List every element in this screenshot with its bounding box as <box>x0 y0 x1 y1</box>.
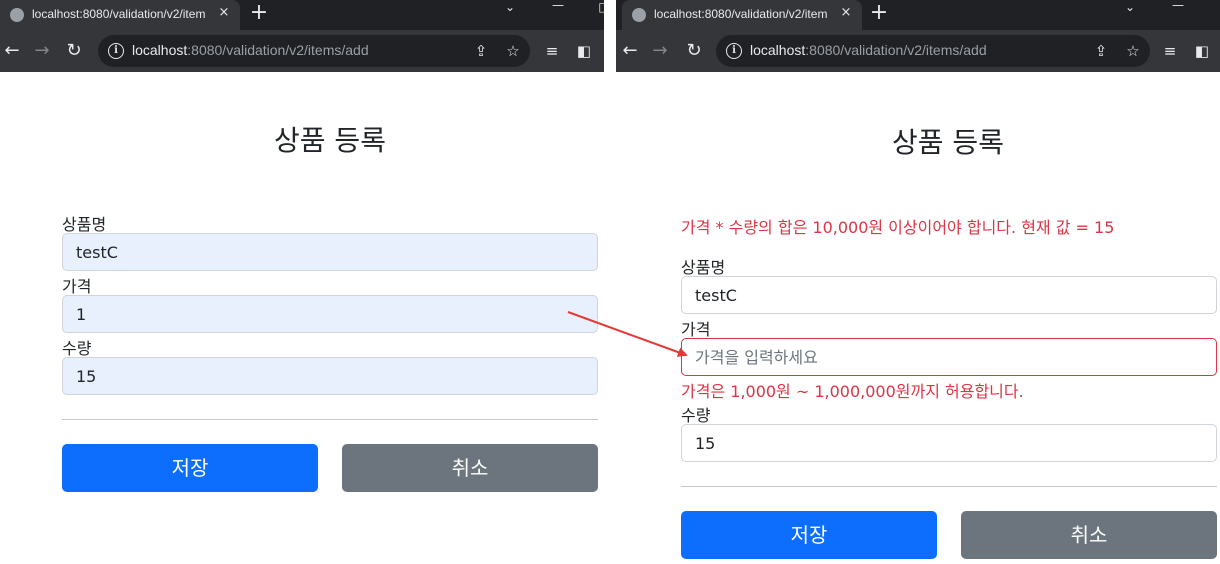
back-arrow-icon[interactable]: ← <box>618 39 642 63</box>
browser-toolbar: ← → ↻ i localhost:8080/validation/v2/ite… <box>0 30 604 72</box>
media-control-icon[interactable]: ≡ <box>540 39 564 63</box>
browser-tab[interactable]: localhost:8080/validation/v2/item × <box>622 0 862 30</box>
share-icon[interactable]: ⇪ <box>1090 40 1112 62</box>
url-text: localhost:8080/validation/v2/items/add <box>750 42 987 58</box>
page-content: 상품 등록 상품명 가격 수량 저장 취소 <box>0 72 604 564</box>
forward-arrow-icon[interactable]: → <box>30 39 54 63</box>
item-name-label: 상품명 <box>681 258 726 277</box>
side-panel-icon[interactable]: ◧ <box>1190 39 1214 63</box>
url-text: localhost:8080/validation/v2/items/add <box>132 42 369 58</box>
globe-icon <box>10 8 24 22</box>
chevron-down-icon[interactable]: ⌄ <box>500 0 520 14</box>
price-input[interactable] <box>62 295 598 333</box>
new-tab-button[interactable]: + <box>866 1 892 27</box>
page-title: 상품 등록 <box>274 124 386 157</box>
reload-icon[interactable]: ↻ <box>62 39 86 63</box>
back-arrow-icon[interactable]: ← <box>0 39 24 63</box>
close-tab-icon[interactable]: × <box>838 5 854 21</box>
divider <box>681 486 1217 487</box>
right-browser-window: localhost:8080/validation/v2/item × + ⌄ … <box>616 0 1220 564</box>
global-error-message: 가격 * 수량의 합은 10,000원 이상이어야 합니다. 현재 값 = 15 <box>681 218 1115 237</box>
globe-icon <box>632 8 646 22</box>
tab-title: localhost:8080/validation/v2/item <box>654 7 828 21</box>
cancel-button[interactable]: 취소 <box>961 511 1217 559</box>
price-label: 가격 <box>62 277 92 296</box>
price-error-message: 가격은 1,000원 ~ 1,000,000원까지 허용합니다. <box>681 382 1024 401</box>
tab-bar: localhost:8080/validation/v2/item × + ⌄ … <box>0 0 604 30</box>
browser-toolbar: ← → ↻ i localhost:8080/validation/v2/ite… <box>616 30 1220 72</box>
item-name-input[interactable] <box>62 233 598 271</box>
forward-arrow-icon[interactable]: → <box>648 39 672 63</box>
star-icon[interactable]: ☆ <box>502 40 524 62</box>
restore-icon[interactable]: □ <box>594 0 604 14</box>
info-icon[interactable]: i <box>108 43 124 59</box>
item-name-label: 상품명 <box>62 215 107 234</box>
quantity-label: 수량 <box>681 406 711 425</box>
close-tab-icon[interactable]: × <box>216 5 232 21</box>
quantity-label: 수량 <box>62 339 92 358</box>
address-bar[interactable]: i localhost:8080/validation/v2/items/add… <box>716 35 1150 67</box>
side-panel-icon[interactable]: ◧ <box>572 39 596 63</box>
item-name-input[interactable] <box>681 276 1217 314</box>
price-label: 가격 <box>681 320 711 339</box>
divider <box>62 419 598 420</box>
star-icon[interactable]: ☆ <box>1122 40 1144 62</box>
chevron-down-icon[interactable]: ⌄ <box>1120 0 1140 14</box>
page-content: 상품 등록 가격 * 수량의 합은 10,000원 이상이어야 합니다. 현재 … <box>616 72 1220 564</box>
media-control-icon[interactable]: ≡ <box>1158 39 1182 63</box>
left-browser-window: localhost:8080/validation/v2/item × + ⌄ … <box>0 0 604 564</box>
cancel-button[interactable]: 취소 <box>342 444 598 492</box>
tab-title: localhost:8080/validation/v2/item <box>32 7 206 21</box>
reload-icon[interactable]: ↻ <box>682 39 706 63</box>
new-tab-button[interactable]: + <box>246 1 272 27</box>
price-input[interactable] <box>681 338 1217 376</box>
minimize-icon[interactable]: — <box>548 0 568 12</box>
minimize-icon[interactable]: — <box>1168 0 1188 12</box>
browser-tab[interactable]: localhost:8080/validation/v2/item × <box>0 0 240 30</box>
save-button[interactable]: 저장 <box>681 511 937 559</box>
quantity-input[interactable] <box>681 424 1217 462</box>
share-icon[interactable]: ⇪ <box>470 40 492 62</box>
save-button[interactable]: 저장 <box>62 444 318 492</box>
info-icon[interactable]: i <box>726 43 742 59</box>
page-title: 상품 등록 <box>892 126 1004 159</box>
address-bar[interactable]: i localhost:8080/validation/v2/items/add… <box>98 35 530 67</box>
tab-bar: localhost:8080/validation/v2/item × + ⌄ … <box>616 0 1220 30</box>
quantity-input[interactable] <box>62 357 598 395</box>
